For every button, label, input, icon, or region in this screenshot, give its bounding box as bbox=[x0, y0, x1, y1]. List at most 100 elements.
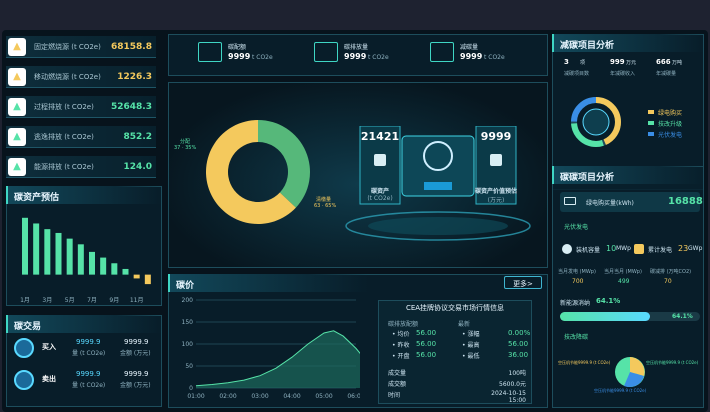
emission-row: ▲ 移动燃烧源 (t CO2e) 1226.3 bbox=[6, 66, 156, 88]
cum-label: 累计发电 bbox=[648, 247, 673, 254]
cea-left-label: • 均价 bbox=[392, 331, 410, 338]
reduce-title: 减碳项目分析 bbox=[552, 34, 704, 52]
y-tick: 50 bbox=[185, 363, 193, 370]
emission-row: ▲ 固定燃烧源 (t CO2e) 68158.8 bbox=[6, 36, 156, 58]
emission-label: 逃逸排放 (t CO2e) bbox=[34, 132, 94, 141]
bar bbox=[66, 238, 73, 275]
fire-icon: ▲ bbox=[8, 37, 26, 56]
cea-left-value: 56.00 bbox=[416, 351, 437, 359]
legend-label: 技改升级 bbox=[658, 121, 683, 128]
more-button[interactable]: 更多> bbox=[504, 276, 542, 289]
carbon-project-title: 碳碳项目分析 bbox=[552, 166, 704, 184]
emission-row: ▲ 能源排放 (t CO2e) 124.0 bbox=[6, 156, 156, 178]
wind-icon bbox=[314, 42, 338, 62]
stat-unit: t CO2e bbox=[252, 54, 273, 61]
installed-label: 装机容量 bbox=[576, 247, 601, 254]
month-col-value: 700 bbox=[572, 278, 584, 285]
new-energy-label: 新能源消纳 bbox=[560, 300, 591, 307]
cea-foot-value: 100吨 bbox=[508, 370, 526, 377]
cea-left-label: • 开盘 bbox=[392, 353, 410, 360]
window-top-bar bbox=[0, 0, 710, 30]
bar bbox=[33, 223, 40, 275]
bar-x-tick: 9月 bbox=[109, 297, 119, 304]
trade-qty-value: 9999.9 bbox=[76, 370, 101, 378]
bar bbox=[100, 257, 107, 275]
reduce-stat-label: 减碳项目数 bbox=[564, 71, 590, 77]
x-tick: 06:00 bbox=[347, 393, 360, 400]
bar bbox=[111, 263, 118, 275]
y-tick: 150 bbox=[182, 319, 194, 326]
emission-value: 852.2 bbox=[123, 131, 152, 142]
cea-foot-value: 5600.0元 bbox=[499, 381, 526, 388]
reduce-stat-value: 3 bbox=[564, 58, 569, 66]
price-title: 碳价 bbox=[168, 274, 368, 292]
cea-right-value: 0.00% bbox=[508, 329, 531, 337]
reduce-stat-value: 999 bbox=[610, 58, 625, 66]
asset-price-unit: (万元) bbox=[487, 197, 505, 204]
trade-qty-value: 9999.9 bbox=[76, 338, 101, 346]
price-area-chart: 0 50 100 150 200 01:00 02:00 03:00 04:00 05:00 06:… bbox=[182, 297, 360, 400]
trade-tag: 卖出 bbox=[42, 375, 56, 383]
x-tick: 03:00 bbox=[251, 393, 268, 400]
pie-label: 空压机节能9999.9 (t CO2e) bbox=[646, 360, 699, 365]
pie-label: 空压机节能9999.9 (t CO2e) bbox=[558, 360, 611, 365]
bar-x-tick: 5月 bbox=[65, 297, 75, 304]
cea-foot-label: 时间 bbox=[388, 392, 401, 399]
green-power-value: 16888 bbox=[668, 196, 703, 207]
donut-name: 清缴量 bbox=[316, 197, 332, 203]
bar bbox=[22, 217, 28, 275]
bar bbox=[89, 251, 95, 275]
emission-row: ▲ 逃逸排放 (t CO2e) 852.2 bbox=[6, 126, 156, 148]
trade-qty-unit: 量 (t CO2e) bbox=[72, 382, 106, 389]
cea-left-value: 56.00 bbox=[416, 340, 437, 348]
bar-x-tick: 1月 bbox=[20, 297, 30, 304]
cea-right-label: • 涨幅 bbox=[462, 331, 480, 338]
bar-x-tick: 7月 bbox=[87, 297, 97, 304]
cea-foot-label: 成交额 bbox=[388, 381, 407, 388]
emission-value: 68158.8 bbox=[111, 41, 152, 52]
bar-x-tick: 11月 bbox=[130, 297, 144, 304]
month-col-value: 70 bbox=[664, 278, 672, 285]
stat-label: 碳配额 bbox=[228, 44, 247, 51]
cea-foot-value: 2024-10-15 15:00 bbox=[491, 390, 526, 404]
bar bbox=[122, 268, 129, 275]
emission-label: 固定燃烧源 (t CO2e) bbox=[34, 42, 101, 51]
area-fill bbox=[196, 330, 360, 388]
legend-swatch bbox=[648, 110, 654, 114]
cea-right-head: 最新 bbox=[458, 321, 471, 328]
quota-donut-chart bbox=[206, 120, 310, 224]
trade-amount-value: 9999.9 bbox=[124, 370, 149, 378]
dashboard-canvas: 碳资产预估 1月 3月 5月 7月 9月 11月 碳交易 21421 碳资产 (t CO2… bbox=[2, 30, 708, 412]
chart-board-icon bbox=[490, 154, 502, 166]
cea-foot-label: 成交量 bbox=[388, 370, 407, 377]
reduce-ring-chart bbox=[571, 97, 621, 147]
trade-title: 碳交易 bbox=[6, 315, 162, 333]
reduce-stat-label: 年减碳收入 bbox=[610, 71, 636, 77]
trade-amount-value: 9999.9 bbox=[124, 338, 149, 346]
cea-left-label: • 昨收 bbox=[392, 342, 410, 349]
tech-label: 技改降碳 bbox=[564, 334, 589, 341]
cum-value: 23 bbox=[678, 244, 689, 253]
bar bbox=[55, 232, 62, 275]
trade-qty-unit: 量 (t CO2e) bbox=[72, 350, 106, 357]
stat-unit: t CO2e bbox=[368, 54, 389, 61]
new-energy-value-top: 64.1% bbox=[596, 297, 621, 305]
asset-price-label: 碳资产价值预估 bbox=[474, 188, 517, 195]
reduce-stat-value: 666 bbox=[656, 58, 671, 66]
cea-right-value: 56.00 bbox=[508, 340, 529, 348]
tech-pie-chart bbox=[615, 357, 645, 388]
green-power-label: 绿电购买量(kWh) bbox=[586, 200, 634, 207]
emission-label: 移动燃烧源 (t CO2e) bbox=[34, 72, 101, 81]
flask-icon: ▲ bbox=[8, 97, 26, 116]
legend-swatch bbox=[648, 132, 654, 136]
new-energy-value: 64.1% bbox=[672, 313, 693, 320]
legend-label: 光伏发电 bbox=[658, 132, 683, 139]
pv-label: 光伏发电 bbox=[564, 224, 589, 231]
installed-unit: MWp bbox=[616, 245, 631, 252]
reduce-stat-unit: 万吨 bbox=[672, 60, 683, 66]
legend-label: 绿电购买 bbox=[658, 110, 683, 117]
legend-swatch bbox=[648, 121, 654, 125]
reduce-stat-unit: 万元 bbox=[626, 60, 637, 66]
trade-amount-unit: 金额 (万元) bbox=[120, 350, 151, 357]
forecast-bar-chart: 1月 3月 5月 7月 9月 11月 bbox=[20, 217, 151, 304]
